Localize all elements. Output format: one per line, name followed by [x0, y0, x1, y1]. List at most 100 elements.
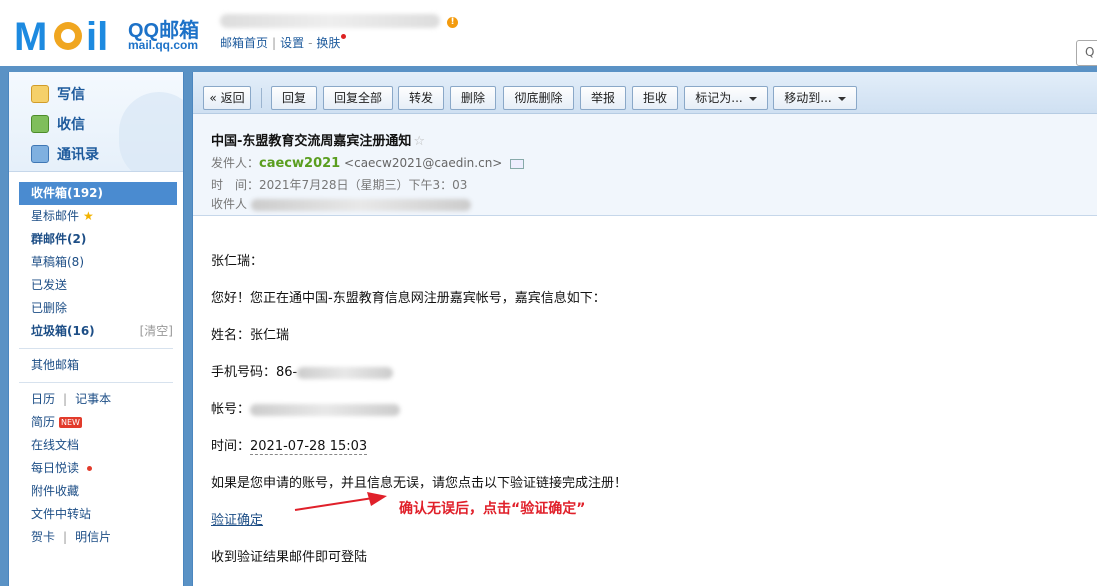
intro-text: 您好！您正在通中国-东盟教育信息网注册嘉宾帐号，嘉宾信息如下： [211, 291, 606, 306]
move-to-label: 移动到... [784, 91, 832, 105]
greeting-cards-link[interactable]: 贺卡 [31, 530, 55, 544]
account-label: 帐号： [211, 402, 251, 417]
folder-list: 收件箱(192) 星标邮件 ★ 群邮件(2) 草稿箱(8) 已发送 已删除 垃圾箱… [9, 182, 183, 549]
phone-label: 手机号码：86- [211, 365, 298, 380]
unread-dot [87, 466, 93, 471]
back-button[interactable]: « 返回 [203, 86, 251, 110]
search-box[interactable]: Q [1076, 40, 1097, 66]
receive-label: 收信 [57, 117, 85, 133]
mail-home-link[interactable]: 邮箱首页 [220, 36, 268, 50]
file-transfer-link[interactable]: 文件中转站 [9, 503, 183, 526]
tools-calendar-notes: 日历 | 记事本 [9, 388, 183, 411]
calendar-link[interactable]: 日历 [31, 392, 55, 406]
account-blurred [250, 403, 401, 416]
skin-link[interactable]: 换肤 [316, 36, 340, 50]
compose-label: 写信 [57, 87, 85, 103]
tools-cards: 贺卡 | 明信片 [9, 526, 183, 549]
online-docs-link[interactable]: 在线文档 [9, 434, 183, 457]
recipient-row: 收件人 [211, 195, 471, 212]
svg-text:M: M [14, 15, 47, 56]
folder-spam[interactable]: 垃圾箱(16) [清空] [9, 320, 183, 343]
qq-mail-logo[interactable]: M il [14, 12, 120, 56]
settings-link[interactable]: 设置 [280, 36, 304, 50]
reply-button[interactable]: 回复 [271, 86, 317, 110]
toolbar-separator [261, 88, 262, 108]
sender-name[interactable]: caecw2021 [259, 156, 340, 171]
from-label: 发件人： [211, 156, 260, 170]
contact-card-icon [31, 145, 49, 163]
delete-permanently-button[interactable]: 彻底删除 [503, 86, 574, 110]
penguin-decoration [119, 92, 183, 171]
name-field: 姓名：张仁瑞 [211, 328, 290, 343]
search-icon: Q [1085, 45, 1095, 59]
folder-drafts[interactable]: 草稿箱(8) [9, 251, 183, 274]
mail-subject: 中国-东盟教育交流周嘉宾注册通知 ☆ [211, 130, 425, 149]
sidebar-divider [19, 382, 173, 383]
time-field-label: 时间： [211, 439, 251, 454]
pencil-paper-icon [31, 85, 49, 103]
sender-address: <caecw2021@caedin.cn> [344, 156, 503, 170]
nav-separator: - [308, 36, 313, 50]
daily-reading-label: 每日悦读 [31, 461, 80, 475]
link-separator: | [63, 392, 68, 406]
notification-dot [341, 34, 347, 39]
brand-domain: mail.qq.com [128, 38, 199, 52]
alert-icon[interactable]: ! [447, 17, 458, 28]
mail-view: « 返回 回复 回复全部 转发 删除 彻底删除 举报 拒收 标记为... 移动到… [192, 72, 1097, 586]
chevron-down-icon [837, 96, 846, 101]
contacts-button[interactable]: 通讯录 [31, 144, 99, 164]
frame-middle-bar [184, 66, 192, 586]
folder-starred[interactable]: 星标邮件 ★ [9, 205, 183, 228]
compose-button[interactable]: 写信 [31, 84, 85, 104]
forward-button[interactable]: 转发 [398, 86, 444, 110]
reject-button[interactable]: 拒收 [632, 86, 678, 110]
time-label: 时 间： [211, 178, 260, 192]
star-toggle-icon[interactable]: ☆ [413, 134, 425, 149]
folder-sent[interactable]: 已发送 [9, 274, 183, 297]
folder-deleted[interactable]: 已删除 [9, 297, 183, 320]
time-field-value: 2021-07-28 15:03 [250, 439, 368, 455]
star-icon: ★ [83, 209, 94, 223]
header: M il QQ邮箱 mail.qq.com ! 邮箱首页 | 设置 - 换肤 Q [0, 0, 1097, 70]
contacts-label: 通讯录 [57, 147, 99, 163]
move-to-dropdown[interactable]: 移动到... [773, 86, 857, 110]
to-label: 收件人 [211, 197, 248, 211]
download-arrow-icon [31, 115, 49, 133]
svg-text:il: il [86, 15, 108, 56]
phone-field: 手机号码：86- [211, 361, 394, 380]
mark-as-dropdown[interactable]: 标记为... [684, 86, 768, 110]
resume-link[interactable]: 简历 NEW [9, 411, 183, 434]
report-button[interactable]: 举报 [580, 86, 626, 110]
contact-card-icon[interactable] [510, 158, 525, 169]
daily-reading-link[interactable]: 每日悦读 [9, 457, 183, 480]
time-value: 2021年7月28日（星期三）下午3：03 [259, 178, 468, 192]
folder-starred-label: 星标邮件 [31, 209, 80, 223]
receive-button[interactable]: 收信 [31, 114, 85, 134]
footer-text: 收到验证结果邮件即可登陆 [211, 550, 368, 565]
time-row: 时 间：2021年7月28日（星期三）下午3：03 [211, 176, 467, 193]
mail-toolbar: « 返回 回复 回复全部 转发 删除 彻底删除 举报 拒收 标记为... 移动到… [193, 72, 1097, 114]
verify-link[interactable]: 验证确定 [211, 509, 263, 528]
sidebar: 写信 收信 通讯录 收件箱(192) 星标邮件 ★ 群邮件(2) 草稿箱(8) 已… [8, 72, 184, 586]
greeting: 张仁瑞： [211, 254, 264, 269]
folder-inbox[interactable]: 收件箱(192) [19, 182, 177, 205]
folder-spam-label: 垃圾箱(16) [31, 324, 95, 338]
folder-other[interactable]: 其他邮箱 [9, 354, 183, 377]
clear-spam-link[interactable]: [清空] [140, 320, 173, 343]
user-account-blurred [220, 14, 440, 28]
attachments-link[interactable]: 附件收藏 [9, 480, 183, 503]
delete-button[interactable]: 删除 [450, 86, 496, 110]
new-badge: NEW [59, 417, 82, 428]
folder-group[interactable]: 群邮件(2) [9, 228, 183, 251]
sidebar-divider [19, 348, 173, 349]
frame-left-bar [0, 66, 8, 586]
nav-separator: | [272, 36, 277, 50]
notes-link[interactable]: 记事本 [75, 392, 111, 406]
postcards-link[interactable]: 明信片 [75, 530, 111, 544]
reply-all-button[interactable]: 回复全部 [323, 86, 393, 110]
top-nav: 邮箱首页 | 设置 - 换肤 [220, 34, 347, 51]
instruction-text: 如果是您申请的账号，并且信息无误，请您点击以下验证链接完成注册！ [211, 476, 628, 491]
mail-header: 中国-东盟教育交流周嘉宾注册通知 ☆ 发件人：caecw2021 <caecw20… [193, 114, 1097, 216]
chevron-down-icon [748, 96, 757, 101]
resume-label: 简历 [31, 415, 56, 429]
